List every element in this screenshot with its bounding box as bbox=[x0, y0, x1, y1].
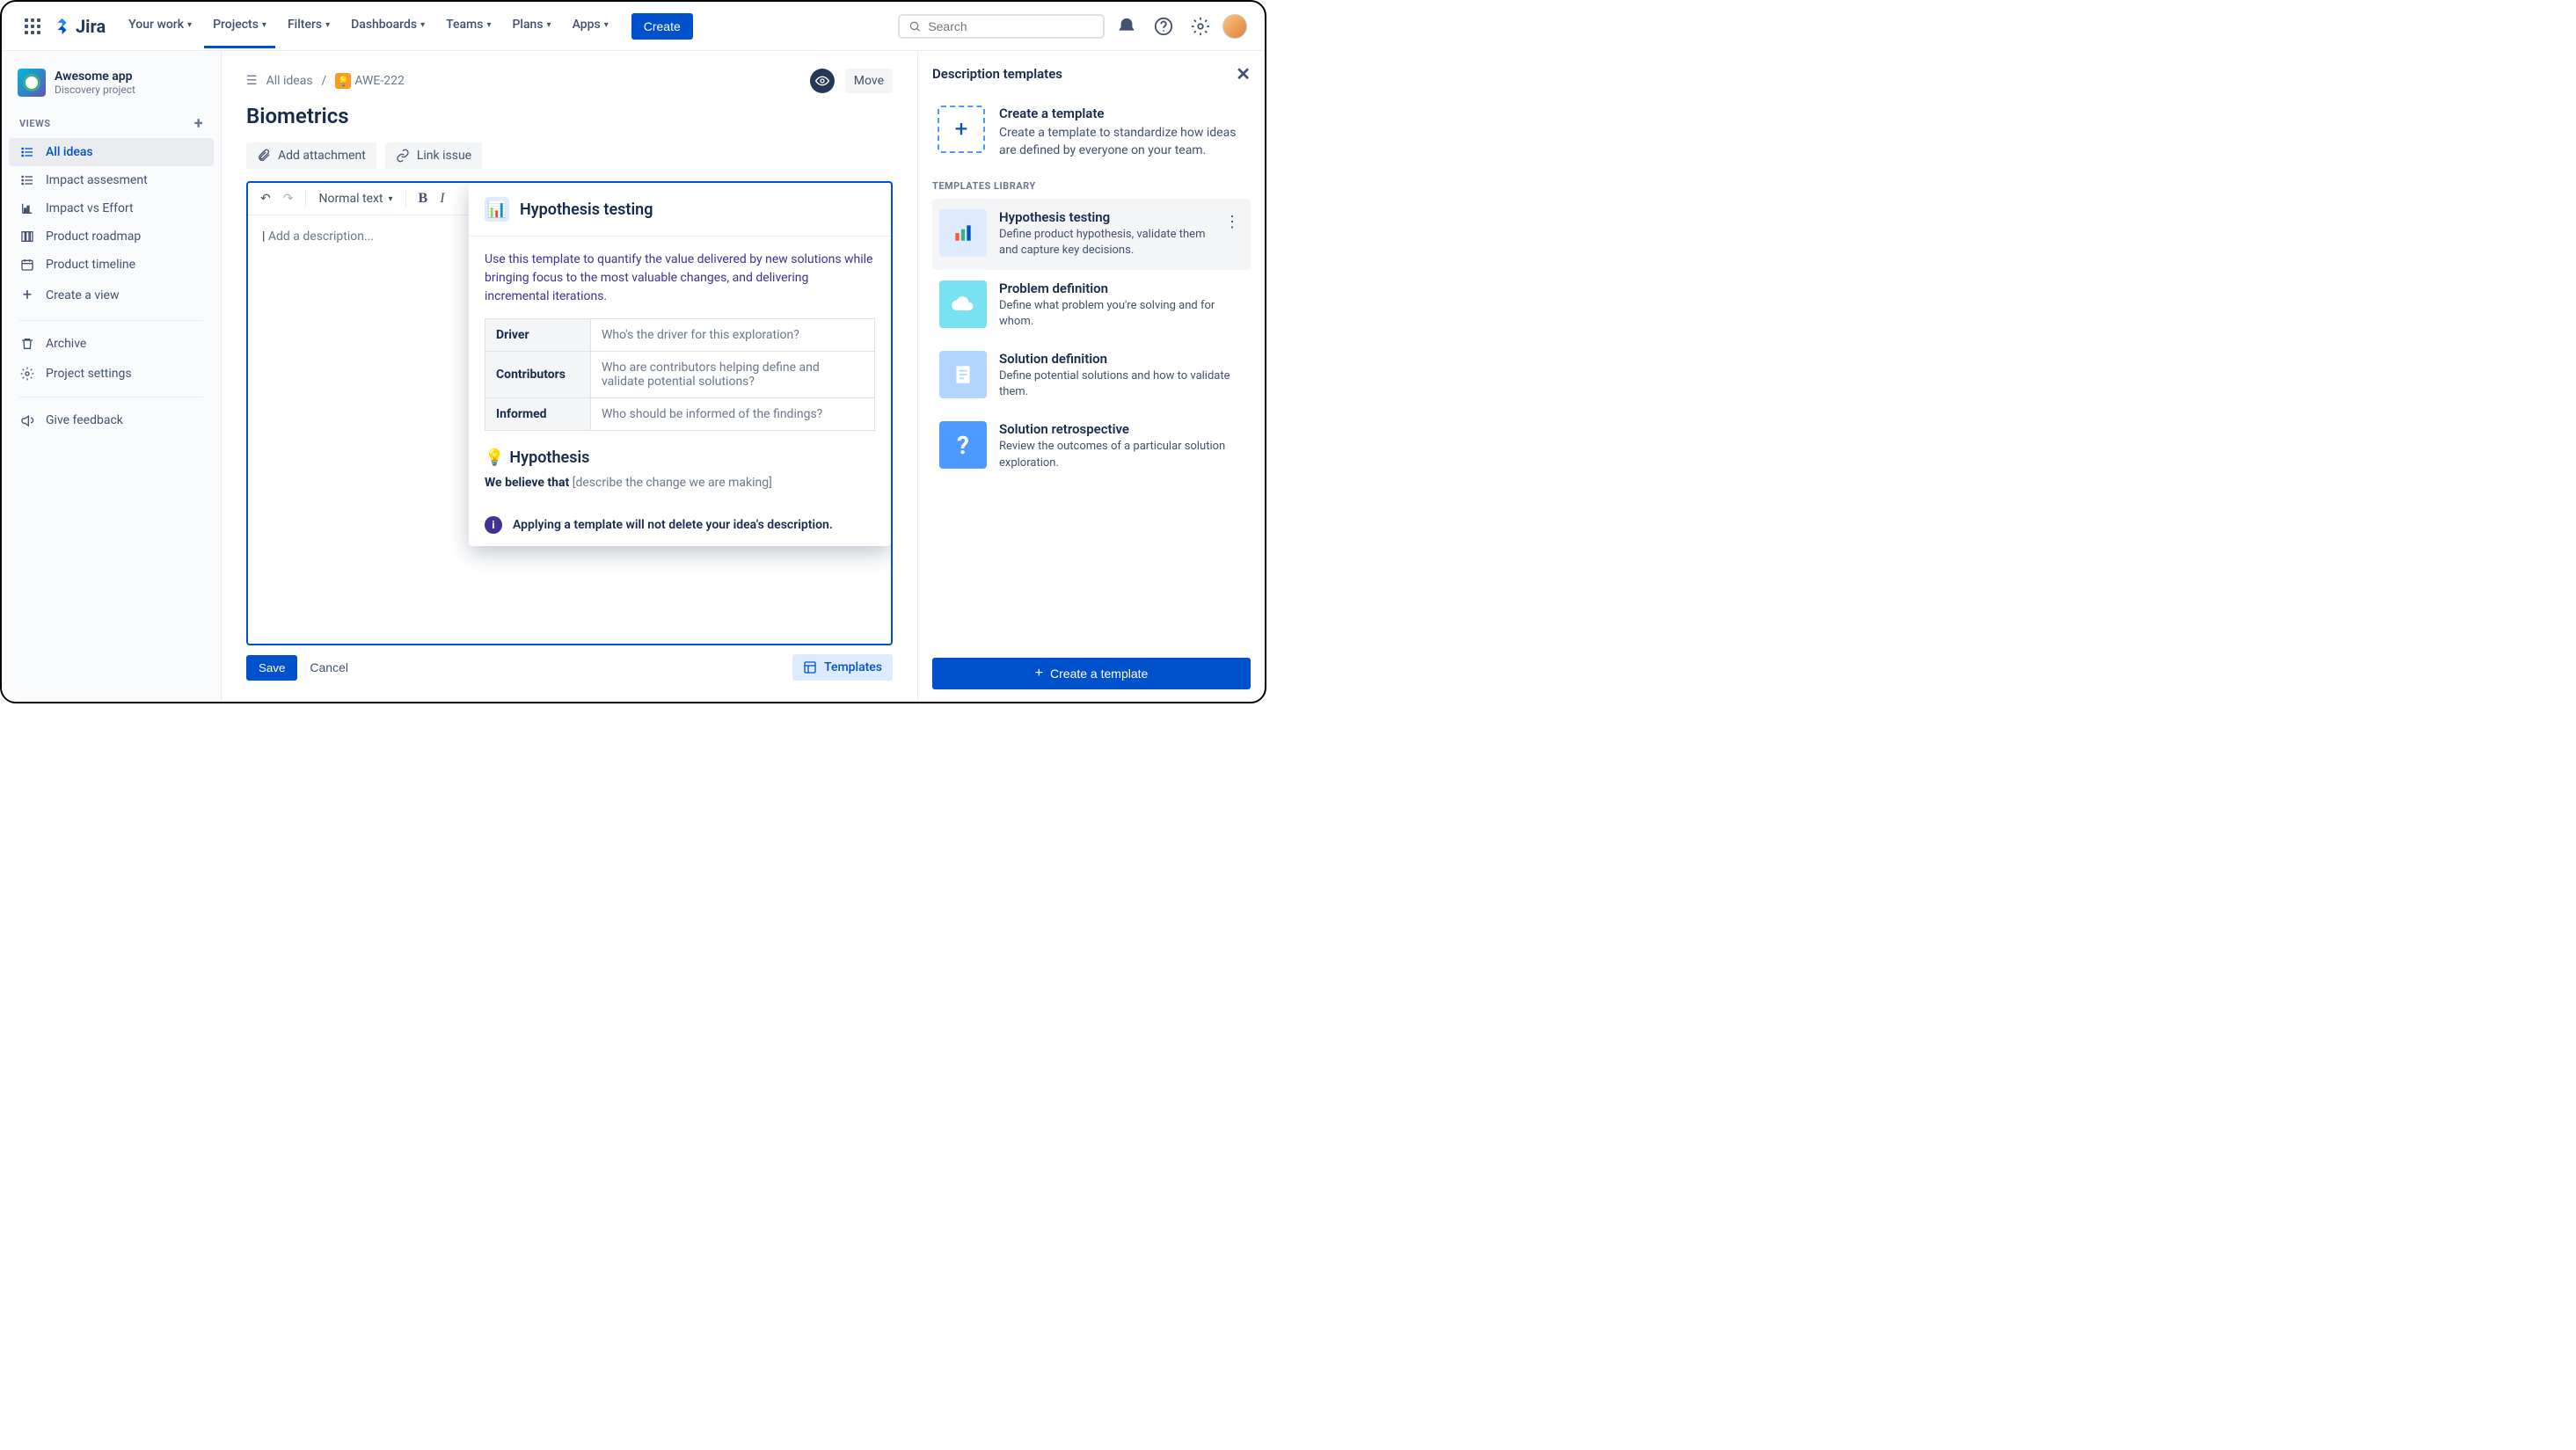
table-row-hint: Who's the driver for this exploration? bbox=[591, 319, 875, 352]
template-item-problem-definition[interactable]: Problem definitionDefine what problem yo… bbox=[932, 270, 1251, 340]
project-name: Awesome app bbox=[55, 69, 135, 84]
table-row-hint: Who are contributors helping define and … bbox=[591, 352, 875, 398]
sidebar-feedback[interactable]: Give feedback bbox=[9, 406, 214, 434]
search-field[interactable] bbox=[928, 19, 1094, 33]
chart-icon bbox=[939, 209, 987, 257]
more-icon[interactable]: ⋮ bbox=[1221, 209, 1244, 235]
table-row-label: Driver bbox=[485, 319, 591, 352]
list-icon bbox=[19, 145, 35, 159]
move-button[interactable]: Move bbox=[845, 69, 893, 93]
settings-icon[interactable] bbox=[1186, 11, 1215, 41]
cloud-icon bbox=[939, 281, 987, 328]
app-switcher-icon[interactable] bbox=[19, 13, 46, 40]
create-button[interactable]: Create bbox=[631, 13, 693, 40]
watch-button[interactable] bbox=[810, 69, 835, 93]
close-icon[interactable]: ✕ bbox=[1236, 63, 1251, 84]
breadcrumb-issue[interactable]: 💡 AWE-222 bbox=[335, 73, 405, 89]
italic-button[interactable]: I bbox=[440, 191, 444, 207]
gear-icon bbox=[19, 367, 35, 381]
link-issue-button[interactable]: Link issue bbox=[385, 142, 482, 169]
board-icon bbox=[19, 230, 35, 244]
template-item-hypothesis-testing[interactable]: Hypothesis testingDefine product hypothe… bbox=[932, 199, 1251, 269]
nav-item-plans[interactable]: Plans▾ bbox=[503, 4, 559, 48]
redo-icon[interactable]: ↷ bbox=[283, 192, 294, 206]
sidebar-view-impact-vs-effort[interactable]: Impact vs Effort bbox=[9, 194, 214, 222]
templates-button[interactable]: Templates bbox=[792, 654, 893, 681]
list-icon: ☰ bbox=[246, 74, 258, 88]
template-preview-popover: 📊 Hypothesis testing Use this template t… bbox=[469, 183, 891, 546]
project-type: Discovery project bbox=[55, 84, 135, 96]
undo-icon[interactable]: ↶ bbox=[260, 192, 271, 206]
product-name: Jira bbox=[76, 16, 106, 37]
popover-info-text: Applying a template will not delete your… bbox=[513, 518, 833, 532]
cancel-button[interactable]: Cancel bbox=[310, 660, 348, 674]
note-icon bbox=[939, 351, 987, 398]
breadcrumb-all-ideas[interactable]: All ideas bbox=[266, 74, 313, 88]
project-header[interactable]: Awesome app Discovery project bbox=[9, 62, 214, 109]
breadcrumb: ☰ All ideas / 💡 AWE-222 bbox=[246, 73, 405, 89]
nav-item-projects[interactable]: Projects▾ bbox=[204, 4, 275, 48]
sidebar-view-all-ideas[interactable]: All ideas bbox=[9, 138, 214, 166]
template-item-solution-definition[interactable]: Solution definitionDefine potential solu… bbox=[932, 340, 1251, 411]
info-icon: i bbox=[485, 516, 502, 534]
megaphone-icon bbox=[19, 413, 35, 427]
nav-item-teams[interactable]: Teams▾ bbox=[437, 4, 500, 48]
description-placeholder: Add a description... bbox=[268, 230, 374, 244]
project-icon bbox=[18, 69, 46, 97]
issue-title: Biometrics bbox=[246, 104, 893, 128]
idea-icon: 💡 bbox=[335, 73, 351, 89]
create-template-title: Create a template bbox=[999, 106, 1245, 121]
plus-icon: + bbox=[19, 286, 35, 304]
sidebar-view-product-roadmap[interactable]: Product roadmap bbox=[9, 222, 214, 251]
user-avatar[interactable] bbox=[1222, 14, 1247, 39]
calendar-icon bbox=[19, 258, 35, 272]
sidebar-archive[interactable]: Archive bbox=[9, 330, 214, 358]
library-label: TEMPLATES LIBRARY bbox=[932, 180, 1251, 192]
bold-button[interactable]: B bbox=[419, 191, 428, 207]
sidebar-view-product-timeline[interactable]: Product timeline bbox=[9, 251, 214, 279]
save-button[interactable]: Save bbox=[246, 655, 297, 681]
list-icon bbox=[19, 173, 35, 187]
popover-intro: Use this template to quantify the value … bbox=[485, 251, 875, 306]
sidebar-settings[interactable]: Project settings bbox=[9, 360, 214, 388]
help-icon[interactable] bbox=[1149, 11, 1179, 41]
trash-icon bbox=[19, 337, 35, 351]
create-template-desc: Create a template to standardize how ide… bbox=[999, 125, 1245, 159]
sidebar-view-create-a-view[interactable]: +Create a view bbox=[9, 279, 214, 311]
notifications-icon[interactable] bbox=[1112, 11, 1142, 41]
rpanel-title: Description templates bbox=[932, 66, 1062, 82]
description-editor[interactable]: ↶ ↷ Normal text▾ B I | Add a description… bbox=[246, 181, 893, 645]
believe-line: We believe that [describe the change we … bbox=[485, 476, 875, 490]
views-label: VIEWS bbox=[19, 118, 51, 129]
question-icon: ? bbox=[939, 421, 987, 469]
create-template-button[interactable]: +Create a template bbox=[932, 658, 1251, 689]
nav-item-apps[interactable]: Apps▾ bbox=[564, 4, 617, 48]
table-row-label: Informed bbox=[485, 398, 591, 431]
nav-item-filters[interactable]: Filters▾ bbox=[279, 4, 339, 48]
nav-item-dashboards[interactable]: Dashboards▾ bbox=[342, 4, 434, 48]
text-style-dropdown[interactable]: Normal text▾ bbox=[318, 192, 392, 206]
popover-title: Hypothesis testing bbox=[520, 200, 653, 219]
jira-logo[interactable]: Jira bbox=[53, 16, 106, 37]
add-attachment-button[interactable]: Add attachment bbox=[246, 142, 376, 169]
hypothesis-heading: 💡Hypothesis bbox=[485, 448, 875, 467]
template-item-solution-retrospective[interactable]: ?Solution retrospectiveReview the outcom… bbox=[932, 411, 1251, 481]
sidebar-view-impact-assesment[interactable]: Impact assesment bbox=[9, 166, 214, 194]
table-row-label: Contributors bbox=[485, 352, 591, 398]
create-template-card[interactable]: + Create a template Create a template to… bbox=[932, 95, 1251, 175]
plus-icon: + bbox=[938, 106, 985, 153]
search-input[interactable] bbox=[898, 14, 1105, 39]
table-row-hint: Who should be informed of the findings? bbox=[591, 398, 875, 431]
add-view-icon[interactable]: + bbox=[194, 114, 203, 133]
chart-icon: 📊 bbox=[485, 197, 509, 222]
chart-icon bbox=[19, 201, 35, 215]
nav-item-your-work[interactable]: Your work▾ bbox=[120, 4, 201, 48]
